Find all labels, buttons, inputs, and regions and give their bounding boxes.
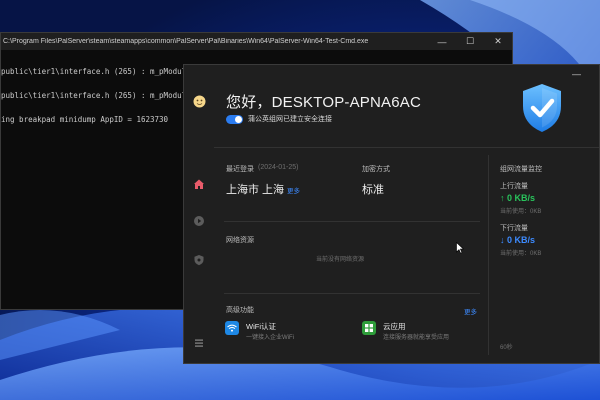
terminal-minimize-button[interactable]: — <box>428 33 456 50</box>
header-divider <box>214 147 599 148</box>
greeting-title: 您好，DESKTOP-APNA6AC <box>226 94 422 111</box>
app-minimize-button[interactable]: — <box>572 69 581 79</box>
terminal-maximize-button[interactable]: ☐ <box>456 33 484 50</box>
upload-used: 当前使用：0KB <box>500 209 542 215</box>
panel-divider <box>488 155 489 355</box>
app-titlebar[interactable]: — <box>479 65 599 83</box>
terminal-titlebar[interactable]: C:\Program Files\PalServer\steam\steamap… <box>1 33 512 50</box>
location-value: 上海市 上海 <box>226 184 285 196</box>
advanced-more-link[interactable]: 更多 <box>464 306 477 316</box>
avatar-icon[interactable] <box>193 95 206 108</box>
section-divider <box>224 293 480 294</box>
terminal-close-button[interactable]: ✕ <box>484 33 512 50</box>
encryption-value: 标准 <box>362 184 384 196</box>
wifi-icon <box>225 321 239 335</box>
traffic-interval: 60秒 <box>500 345 513 351</box>
connection-status-label: 蒲公英组网已建立安全连接 <box>248 116 332 123</box>
play-icon[interactable] <box>193 215 205 227</box>
feature-title: WiFi认证 <box>246 322 276 331</box>
upload-label: 上行流量 <box>500 183 528 190</box>
sidebar <box>184 65 214 363</box>
encryption-label: 加密方式 <box>362 166 390 173</box>
advanced-features-label: 高级功能 <box>226 307 254 314</box>
apps-icon <box>362 321 376 335</box>
connection-toggle[interactable] <box>226 114 243 124</box>
feature-subtitle: 一键接入企业WiFi <box>246 335 294 341</box>
last-login-date: (2024-01-25) <box>258 164 299 171</box>
shield-icon[interactable] <box>193 254 205 266</box>
section-divider <box>224 221 480 222</box>
upload-speed: ↑ 0 KB/s <box>500 193 536 203</box>
vpn-client-window[interactable]: — 您好，DESKTOP-APNA6AC 蒲公英组网已建立安全连接 最近登录 (… <box>183 64 600 364</box>
network-resources-label: 网络资源 <box>226 237 254 244</box>
feature-subtitle: 连接服务器就能享受应用 <box>383 335 450 341</box>
location-more-link[interactable]: 更多 <box>287 185 300 195</box>
network-resources-empty: 当前没有网络资源 <box>316 257 365 263</box>
last-login-label: 最近登录 <box>226 166 254 173</box>
connection-status-row: 蒲公英组网已建立安全连接 <box>226 114 332 124</box>
feature-title: 云应用 <box>383 322 406 331</box>
terminal-title: C:\Program Files\PalServer\steam\steamap… <box>3 38 369 45</box>
download-used: 当前使用：0KB <box>500 251 542 257</box>
mouse-cursor-icon <box>456 242 464 254</box>
traffic-monitor-title: 组网流量监控 <box>500 166 542 173</box>
download-label: 下行流量 <box>500 225 528 232</box>
download-speed: ↓ 0 KB/s <box>500 235 536 245</box>
menu-icon[interactable] <box>193 337 205 349</box>
security-shield-icon <box>523 84 561 132</box>
home-icon[interactable] <box>193 178 205 190</box>
